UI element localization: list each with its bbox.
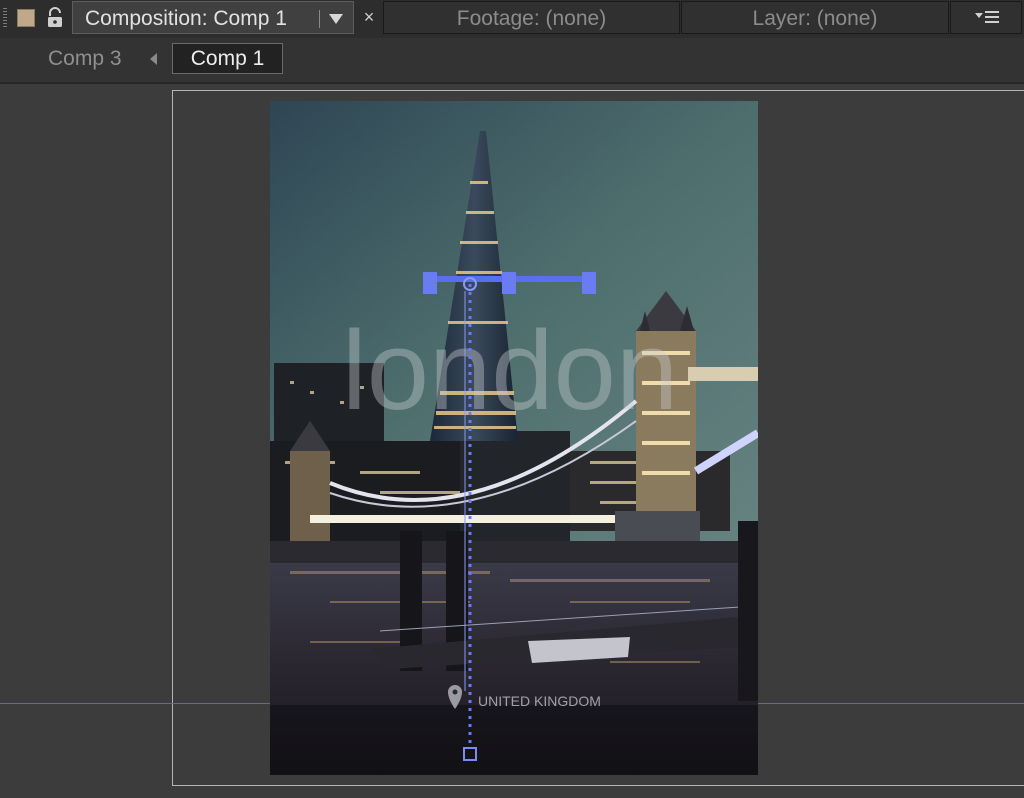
composition-tab-label: Composition: Comp 1 [85,7,287,30]
tab-layer[interactable]: Layer: (none) [681,1,949,34]
handle-left[interactable] [423,272,437,294]
lock-icon[interactable] [44,7,66,29]
handle-right[interactable] [582,272,596,294]
panel-tab-bar: Composition: Comp 1 × Footage: (none) La… [0,0,1024,38]
panel-menu-button[interactable] [950,1,1022,34]
breadcrumb-comp-1[interactable]: Comp 1 [172,43,283,74]
chevron-down-icon[interactable] [329,14,343,24]
handle-middle[interactable] [502,272,516,294]
close-icon[interactable]: × [360,6,378,28]
breadcrumb-arrow-icon [150,53,157,65]
location-label[interactable]: UNITED KINGDOM [478,693,601,709]
tab-footage[interactable]: Footage: (none) [383,1,680,34]
tab-divider [319,10,320,28]
panel-menu-icon [975,11,999,23]
footage-tab-label: Footage: (none) [456,7,607,30]
composition-breadcrumb: Comp 3 Comp 1 [0,38,1024,84]
composition-image[interactable]: london UNITED KINGDOM [270,101,758,775]
panel-grip-handle[interactable] [3,8,7,28]
river-bank [270,541,758,565]
breadcrumb-comp-3[interactable]: Comp 3 [48,46,122,72]
tab-composition[interactable]: Composition: Comp 1 [72,1,354,34]
caption-bar [270,705,758,775]
label-color-swatch[interactable] [17,9,35,27]
london-watermark[interactable]: london [342,308,678,433]
layer-tab-label: Layer: (none) [752,7,878,30]
